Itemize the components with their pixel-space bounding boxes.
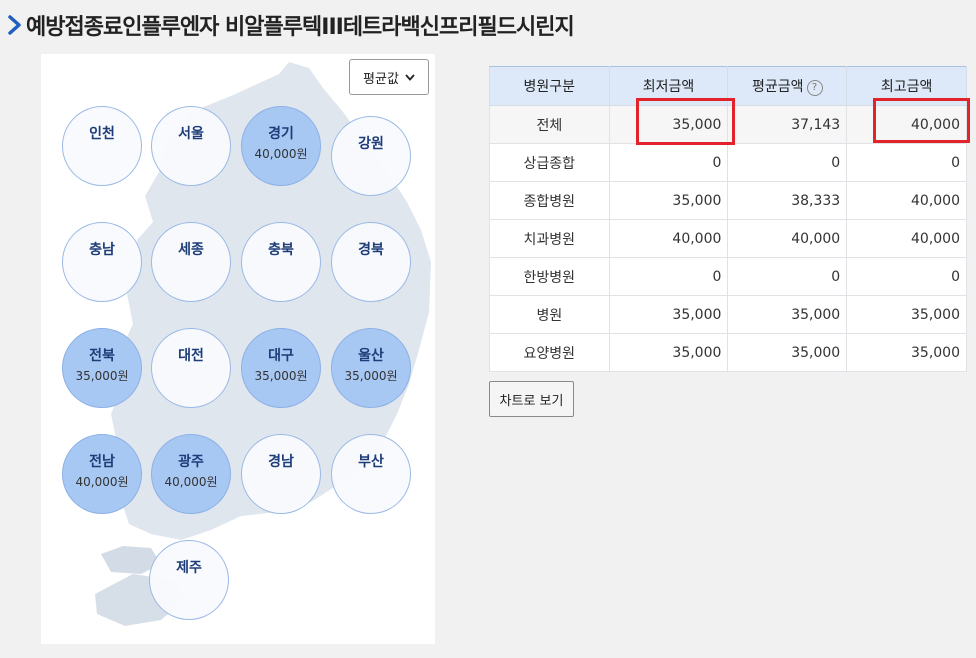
- region-gyeonggi[interactable]: 경기 40,000원: [241, 106, 321, 186]
- table-row: 종합병원 35,000 38,333 40,000: [489, 181, 967, 220]
- region-jeju[interactable]: 제주: [149, 540, 229, 620]
- region-name: 대전: [178, 348, 204, 364]
- highlight-max-total: [873, 98, 970, 143]
- region-incheon[interactable]: 인천: [62, 106, 142, 186]
- region-amount: 35,000원: [344, 369, 398, 383]
- cell-max: 40,000: [846, 219, 967, 258]
- table-row: 요양병원 35,000 35,000 35,000: [489, 333, 967, 372]
- region-daejeon[interactable]: 대전: [151, 328, 231, 408]
- cell-category: 종합병원: [489, 181, 610, 220]
- region-gyeongbuk[interactable]: 경북: [331, 222, 411, 302]
- header-category: 병원구분: [489, 66, 610, 106]
- cell-category: 치과병원: [489, 219, 610, 258]
- cell-category: 상급종합: [489, 143, 610, 182]
- table-row: 치과병원 40,000 40,000 40,000: [489, 219, 967, 258]
- cell-max: 35,000: [846, 333, 967, 372]
- cell-min: 40,000: [608, 219, 729, 258]
- cell-min: 0: [608, 257, 729, 296]
- cell-max: 40,000: [846, 181, 967, 220]
- region-jeonbuk[interactable]: 전북 35,000원: [62, 328, 142, 408]
- region-name: 충남: [89, 242, 115, 258]
- region-name: 전남: [89, 454, 115, 470]
- cell-avg: 38,333: [727, 181, 848, 220]
- region-busan[interactable]: 부산: [331, 434, 411, 514]
- cell-avg: 37,143: [727, 105, 848, 144]
- region-gangwon[interactable]: 강원: [331, 116, 411, 196]
- region-name: 경남: [268, 454, 294, 470]
- cell-category: 요양병원: [489, 333, 610, 372]
- region-gwangju[interactable]: 광주 40,000원: [151, 434, 231, 514]
- region-name: 서울: [178, 126, 204, 142]
- region-chungbuk[interactable]: 충북: [241, 222, 321, 302]
- region-seoul[interactable]: 서울: [151, 106, 231, 186]
- region-daegu[interactable]: 대구 35,000원: [241, 328, 321, 408]
- region-amount: 40,000원: [75, 475, 129, 489]
- region-name: 부산: [358, 454, 384, 470]
- cell-max: 0: [846, 257, 967, 296]
- chevron-down-icon: [405, 73, 415, 81]
- region-sejong[interactable]: 세종: [151, 222, 231, 302]
- region-name: 인천: [89, 126, 115, 142]
- cell-avg: 0: [727, 143, 848, 182]
- region-name: 강원: [358, 136, 384, 152]
- aggregation-select[interactable]: 평균값: [349, 59, 429, 95]
- region-amount: 35,000원: [75, 369, 129, 383]
- cell-min: 0: [608, 143, 729, 182]
- region-ulsan[interactable]: 울산 35,000원: [331, 328, 411, 408]
- page-title: 예방접종료인플루엔자 비알플루텍III테트라백신프리필드시린지: [26, 15, 575, 40]
- highlight-min-total: [636, 98, 735, 145]
- aggregation-select-value: 평균값: [363, 71, 399, 87]
- region-amount: 40,000원: [254, 147, 308, 161]
- region-chungnam[interactable]: 충남: [62, 222, 142, 302]
- region-amount: 40,000원: [164, 475, 218, 489]
- view-chart-button[interactable]: 차트로 보기: [489, 381, 574, 417]
- title-row: 예방접종료인플루엔자 비알플루텍III테트라백신프리필드시린지: [8, 8, 575, 42]
- region-name: 경북: [358, 242, 384, 258]
- cell-category: 병원: [489, 295, 610, 334]
- cell-max: 0: [846, 143, 967, 182]
- cell-category: 전체: [489, 105, 610, 144]
- region-name: 울산: [358, 348, 384, 364]
- cell-min: 35,000: [608, 333, 729, 372]
- region-name: 경기: [268, 126, 294, 142]
- table-row: 한방병원 0 0 0: [489, 257, 967, 296]
- cell-avg: 40,000: [727, 219, 848, 258]
- arrow-icon: [8, 15, 21, 35]
- region-jeonnam[interactable]: 전남 40,000원: [62, 434, 142, 514]
- region-name: 제주: [176, 560, 202, 576]
- cell-avg: 35,000: [727, 333, 848, 372]
- cell-category: 한방병원: [489, 257, 610, 296]
- question-icon[interactable]: ?: [806, 80, 823, 96]
- cell-max: 35,000: [846, 295, 967, 334]
- header-avg-label: 평균금액: [752, 79, 804, 95]
- region-name: 전북: [89, 348, 115, 364]
- table-row: 병원 35,000 35,000 35,000: [489, 295, 967, 334]
- region-name: 광주: [178, 454, 204, 470]
- region-gyeongnam[interactable]: 경남: [241, 434, 321, 514]
- table-row: 상급종합 0 0 0: [489, 143, 967, 182]
- cell-avg: 35,000: [727, 295, 848, 334]
- cell-min: 35,000: [608, 181, 729, 220]
- region-name: 대구: [268, 348, 294, 364]
- region-name: 세종: [178, 242, 204, 258]
- cell-min: 35,000: [608, 295, 729, 334]
- header-avg: 평균금액?: [727, 66, 848, 106]
- region-map-panel: 평균값 인천 서울 경기 40,000원 강원 충남 세종 충북 경북 전북 3…: [41, 54, 435, 644]
- region-name: 충북: [268, 242, 294, 258]
- cell-avg: 0: [727, 257, 848, 296]
- region-amount: 35,000원: [254, 369, 308, 383]
